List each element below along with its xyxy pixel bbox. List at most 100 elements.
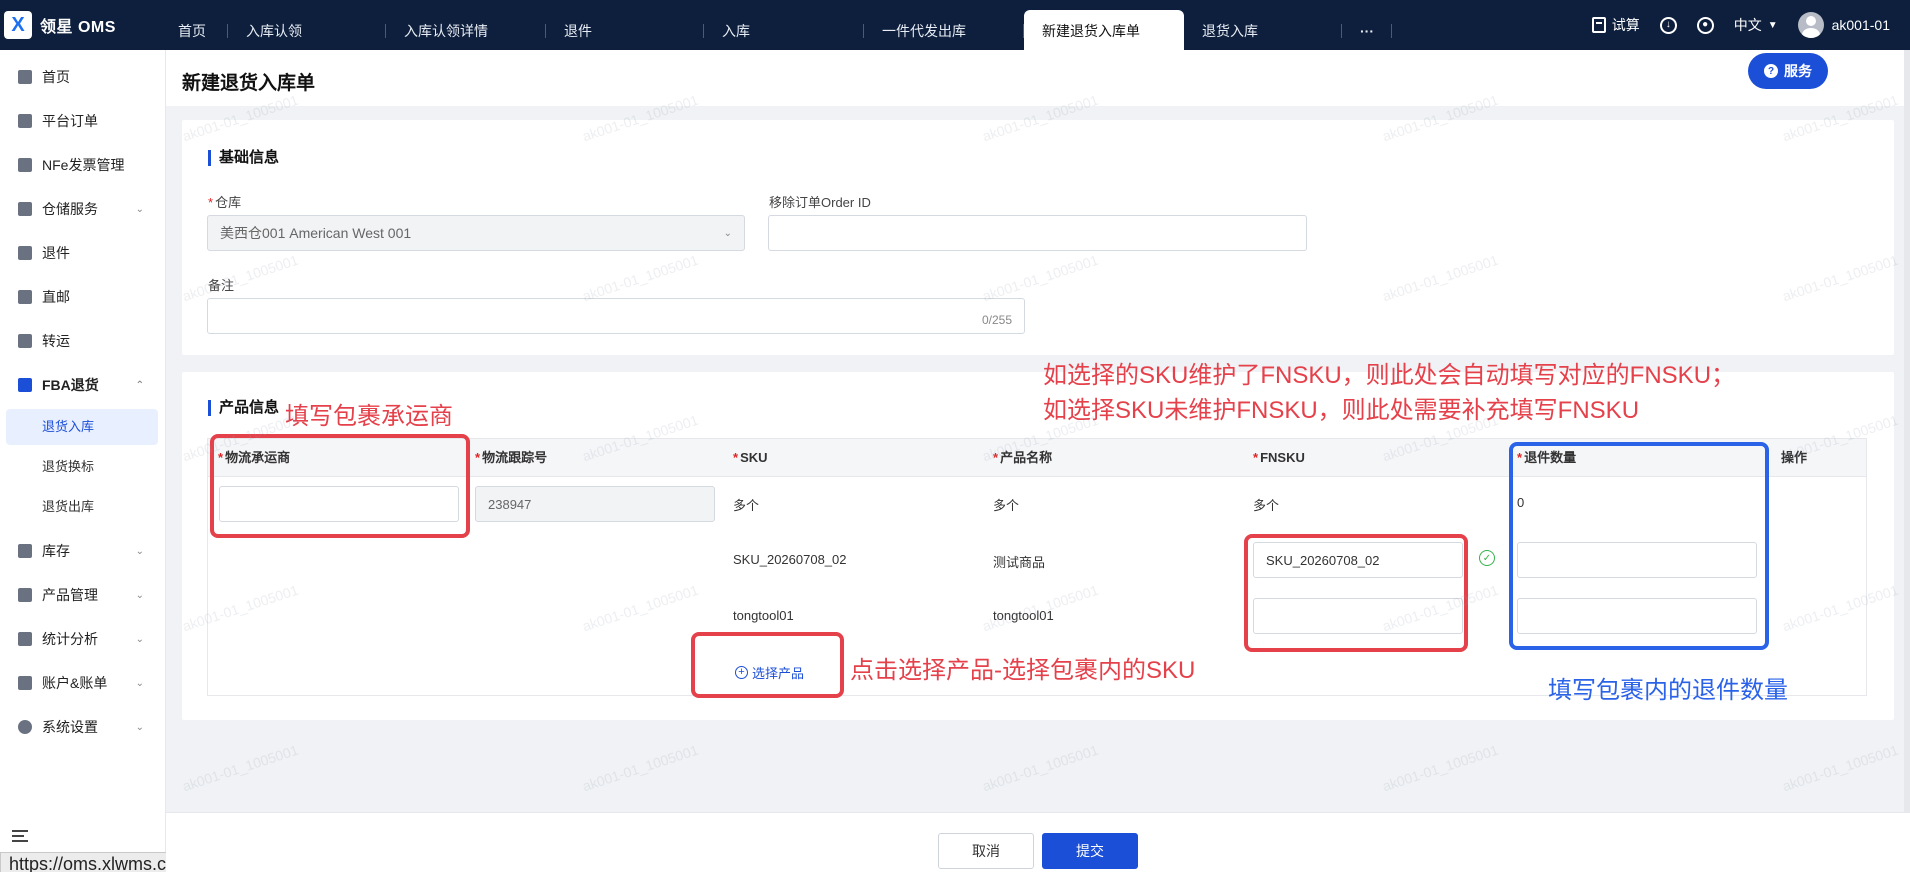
tracking-number-input[interactable]: 238947 — [475, 486, 715, 522]
user-menu[interactable]: ak001-01 — [1797, 12, 1890, 38]
annotation-box-select-product — [691, 632, 844, 698]
watermark: ak001-01_1005001 — [1380, 741, 1501, 795]
invoice-icon — [18, 158, 32, 172]
transfer-icon — [18, 334, 32, 348]
sidebar-item-home[interactable]: 首页 — [0, 57, 166, 97]
sidebar-item-warehouse-service[interactable]: 仓储服务 ⌄ — [0, 189, 166, 229]
app-name: 领星 OMS — [40, 19, 116, 36]
row-2-product-name: tongtool01 — [993, 608, 1054, 623]
amazon-icon — [18, 378, 32, 392]
caret-down-icon: ▼ — [1767, 19, 1778, 31]
order-id-label: 移除订单Order ID — [769, 195, 871, 210]
sidebar-item-direct-mail[interactable]: 直邮 — [0, 277, 166, 317]
page-title: 新建退货入库单 — [182, 73, 316, 94]
account-icon — [18, 676, 32, 690]
sidebar-item-transfer[interactable]: 转运 — [0, 321, 166, 361]
download-button[interactable]: ↓ — [1659, 16, 1677, 34]
watermark: ak001-01_1005001 — [580, 741, 701, 795]
col-product-name: * 产品名称 — [993, 450, 1053, 465]
watermark: ak001-01_1005001 — [980, 741, 1101, 795]
chevron-down-icon: ⌄ — [135, 203, 144, 215]
col-action: 操作 — [1781, 450, 1808, 465]
annotation-fnsku-note-line1: 如选择的SKU维护了FNSKU，则此处会自动填写对应的FNSKU； — [1043, 362, 1736, 389]
chevron-up-icon: ⌃ — [135, 379, 144, 391]
sidebar-item-inventory[interactable]: 库存 ⌄ — [0, 531, 166, 571]
page-header: 新建退货入库单 — [166, 50, 1910, 106]
annotation-box-return-qty — [1509, 442, 1769, 650]
basic-info-card: 基础信息 * 仓库 美西仓001 American West 001 ⌄ 移除订单… — [182, 120, 1894, 355]
calculator-icon — [1591, 17, 1606, 33]
top-right-tools: 试算 ↓ ● 中文 ▼ ak001-01 — [1591, 0, 1910, 50]
chevron-down-icon: ⌄ — [135, 721, 144, 733]
sidebar-item-product-management[interactable]: 产品管理 ⌄ — [0, 575, 166, 615]
summary-fnsku: 多个 — [1253, 498, 1280, 513]
language-select[interactable]: 中文 ▼ — [1734, 15, 1778, 35]
check-circle-icon: ✓ — [1479, 550, 1495, 566]
tab-return-inbound[interactable]: 退货入库 — [1184, 10, 1342, 50]
annotation-fnsku-note-line2: 如选择SKU未维护FNSKU，则此处需要补充填写FNSKU — [1043, 397, 1640, 424]
sidebar-subitem-return-outbound[interactable]: 退货出库 — [0, 489, 166, 525]
sidebar-item-platform-orders[interactable]: 平台订单 — [0, 101, 166, 141]
row-1-sku: SKU_20260708_02 — [733, 552, 847, 567]
page-tabs: 首页 入库认领 入库认领详情 退件 入库 一件代发出库 新建退货入库单 退货入库… — [160, 10, 1392, 50]
sidebar-item-nfe-invoice[interactable]: NFe发票管理 — [0, 145, 166, 185]
service-button[interactable]: ? 服务 — [1748, 53, 1828, 89]
logo-icon: X — [4, 11, 32, 39]
stats-icon — [18, 632, 32, 646]
chevron-down-icon: ⌄ — [135, 677, 144, 689]
tab-home[interactable]: 首页 — [160, 10, 228, 50]
calculator-button[interactable]: 试算 — [1591, 15, 1640, 35]
warehouse-label: * 仓库 — [208, 195, 242, 210]
collapse-menu-icon[interactable] — [12, 830, 28, 842]
col-tracking: * 物流跟踪号 — [475, 450, 548, 465]
inventory-icon — [18, 544, 32, 558]
settings-icon — [18, 720, 32, 734]
avatar — [1797, 12, 1824, 38]
sidebar-subitem-return-relabel[interactable]: 退货换标 — [0, 449, 166, 485]
order-id-input[interactable] — [768, 215, 1307, 251]
sidebar-item-fba-returns[interactable]: FBA退货 ⌃ — [0, 365, 166, 405]
col-sku: * SKU — [733, 450, 768, 465]
chevron-down-icon: ⌄ — [135, 589, 144, 601]
tab-inbound-claim[interactable]: 入库认领 — [228, 10, 386, 50]
return-icon — [18, 246, 32, 260]
remark-label: 备注 — [208, 278, 235, 293]
warehouse-select[interactable]: 美西仓001 American West 001 ⌄ — [207, 215, 745, 251]
tab-inbound-claim-detail[interactable]: 入库认领详情 — [386, 10, 546, 50]
submit-button[interactable]: 提交 — [1042, 833, 1138, 869]
chevron-down-icon: ⌄ — [135, 633, 144, 645]
sidebar-item-statistics[interactable]: 统计分析 ⌄ — [0, 619, 166, 659]
scrollbar[interactable] — [1904, 50, 1910, 812]
section-title-product-info: 产品信息 — [208, 400, 279, 416]
settings-button[interactable]: ● — [1696, 16, 1714, 34]
help-icon: ? — [1764, 64, 1778, 78]
remark-textarea[interactable]: 0/255 — [207, 298, 1025, 334]
annotation-return-qty-note: 填写包裹内的退件数量 — [1548, 677, 1788, 704]
annotation-box-carrier — [210, 434, 470, 538]
product-icon — [18, 588, 32, 602]
sidebar-item-system-settings[interactable]: 系统设置 ⌄ — [0, 707, 166, 747]
watermark: ak001-01_1005001 — [1780, 741, 1901, 795]
cancel-button[interactable]: 取消 — [938, 833, 1034, 869]
warehouse-service-icon — [18, 202, 32, 216]
row-1-product-name: 测试商品 — [993, 555, 1046, 570]
sidebar-item-account-billing[interactable]: 账户&账单 ⌄ — [0, 663, 166, 703]
sidebar-subitem-return-inbound[interactable]: 退货入库 — [6, 409, 158, 445]
tab-new-return-inbound[interactable]: 新建退货入库单 — [1024, 10, 1184, 50]
form-footer: 取消 提交 — [166, 812, 1910, 872]
summary-sku: 多个 — [733, 498, 760, 513]
tab-returns[interactable]: 退件 — [546, 10, 704, 50]
app-logo[interactable]: X 领星 OMS — [4, 10, 116, 40]
sidebar-item-returns[interactable]: 退件 — [0, 233, 166, 273]
chevron-down-icon: ⌄ — [723, 227, 732, 239]
annotation-box-fnsku — [1244, 534, 1468, 652]
tab-inbound[interactable]: 入库 — [704, 10, 864, 50]
col-fnsku: * FNSKU — [1253, 450, 1305, 465]
annotation-carrier-note: 填写包裹承运商 — [285, 403, 453, 430]
sidebar: 首页 平台订单 NFe发票管理 仓储服务 ⌄ 退件 直邮 转运 FBA退货 ⌃ 退货… — [0, 50, 166, 872]
download-icon: ↓ — [1659, 16, 1677, 34]
top-navigation-bar: X 领星 OMS 首页 入库认领 入库认领详情 退件 入库 一件代发出库 新建退… — [0, 0, 1910, 50]
tab-dropship-outbound[interactable]: 一件代发出库 — [864, 10, 1024, 50]
remark-counter: 0/255 — [981, 313, 1012, 327]
tab-more[interactable]: ··· — [1342, 10, 1392, 50]
